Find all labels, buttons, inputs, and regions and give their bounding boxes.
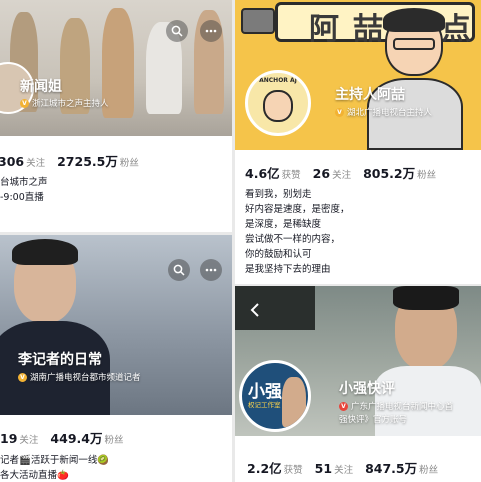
more-button[interactable] <box>200 20 222 42</box>
cert-line: 强快评》官方账号 <box>339 415 408 425</box>
stats-row: 19 关注 449.4万 粉丝 <box>0 428 135 447</box>
stat-label: 粉丝 <box>119 158 139 169</box>
character-glasses <box>393 38 435 50</box>
avatar-subtext: 权记工作室 <box>248 401 281 409</box>
profile-name: 新闻姐 <box>20 79 62 95</box>
banner-person-hair <box>12 239 78 265</box>
profile-banner: 小强 权记工作室 小强快评 V 广东广播电视台新闻中心首 强快评》官方账号 <box>235 286 481 436</box>
bio: 台城市之声 -9:00直播 <box>0 175 48 205</box>
certification: V 广东广播电视台新闻中心首 强快评》官方账号 <box>339 400 453 425</box>
profile-name: 小强快评 <box>339 381 395 397</box>
certification: V 浙江城市之声主持人 <box>20 97 109 109</box>
stat-label: 粉丝 <box>417 170 437 181</box>
stat-label: 粉丝 <box>419 465 439 476</box>
stat-label: 关注 <box>334 465 354 476</box>
verified-badge-icon: V <box>18 372 27 382</box>
more-icon <box>205 29 217 33</box>
stat-value: 51 <box>314 461 333 476</box>
verified-badge-icon: V <box>339 401 348 411</box>
bio-line: 好内容是速度，是密度， <box>245 204 350 215</box>
bio-line: 台城市之声 <box>0 177 48 188</box>
profile-card-xinwenjie[interactable]: 新闻姐 V 浙江城市之声主持人 306 关注 2725.5万 粉丝 台城市之声 -9… <box>0 0 232 232</box>
banner-person-hair <box>393 286 459 310</box>
bio-line: 是我坚持下去的理由 <box>245 264 331 275</box>
stat-value: 306 <box>0 154 25 169</box>
bio-line: 是深度，是稀缺度 <box>245 219 322 230</box>
stat-value: 2725.5万 <box>57 154 118 169</box>
profile-banner: 阿喆视点 ANCHOR AJ 主持人阿喆 V 湖北广播电视台主持人 <box>235 0 481 150</box>
profile-name: 主持人阿喆 <box>335 87 405 103</box>
profile-card-lijizhe[interactable]: 李记者的日常 V 湖南广播电视台都市频道记者 19 关注 449.4万 粉丝 记者🎬… <box>0 235 232 482</box>
verified-badge-icon: V <box>335 107 344 117</box>
search-icon <box>171 25 183 37</box>
banner-bg-block <box>235 286 315 330</box>
bio-line: 看到我，别划走 <box>245 189 312 200</box>
more-button[interactable] <box>200 259 222 281</box>
stat-value: 2.2亿 <box>247 461 282 476</box>
stat-label: 获赞 <box>281 170 301 181</box>
stat-label: 粉丝 <box>104 435 124 446</box>
search-button[interactable] <box>166 20 188 42</box>
chevron-left-icon <box>250 303 259 317</box>
avatar-ring-text: ANCHOR AJ <box>259 77 297 84</box>
camera-illustration <box>241 8 275 34</box>
stat-label: 关注 <box>332 170 352 181</box>
profile-banner: 新闻姐 V 浙江城市之声主持人 <box>0 0 232 136</box>
search-button[interactable] <box>168 259 190 281</box>
bio-line: -9:00直播 <box>0 192 44 203</box>
profile-banner: 李记者的日常 V 湖南广播电视台都市频道记者 <box>0 235 232 415</box>
stat-value: 449.4万 <box>50 431 103 446</box>
profile-card-azhe[interactable]: 阿喆视点 ANCHOR AJ 主持人阿喆 V 湖北广播电视台主持人 4.6亿获赞… <box>235 0 481 284</box>
avatar[interactable]: ANCHOR AJ <box>245 70 311 136</box>
stat-value: 805.2万 <box>363 166 416 181</box>
back-button[interactable] <box>249 302 265 318</box>
bio-line: 尝试做不一样的内容， <box>245 234 341 245</box>
stat-value: 19 <box>0 431 18 446</box>
avatar-face-icon <box>263 90 293 122</box>
verified-badge-icon: V <box>20 98 29 108</box>
stat-value: 4.6亿 <box>245 166 280 181</box>
search-icon <box>173 264 185 276</box>
profile-card-xiaoqiang[interactable]: 小强 权记工作室 小强快评 V 广东广播电视台新闻中心首 强快评》官方账号 2.… <box>235 286 481 482</box>
stats-row: 2.2亿 获赞 51 关注 847.5万 粉丝 <box>247 458 450 477</box>
stat-label: 关注 <box>26 158 46 169</box>
character-hair <box>383 8 445 32</box>
cert-line: V 广东广播电视台新闻中心首 <box>339 400 453 412</box>
bio-line: 记者🎬活跃于新闻一线🥝 <box>0 455 110 466</box>
certification: V 湖南广播电视台都市频道记者 <box>18 371 141 383</box>
bio: 看到我，别划走 好内容是速度，是密度， 是深度，是稀缺度 尝试做不一样的内容， … <box>245 187 350 277</box>
stats-row: 306 关注 2725.5万 粉丝 <box>0 151 151 170</box>
stats-row: 4.6亿 获赞 26 关注 805.2万 粉丝 <box>245 163 448 182</box>
stat-value: 847.5万 <box>365 461 418 476</box>
stat-value: 26 <box>312 166 331 181</box>
certification: V 湖北广播电视台主持人 <box>335 106 432 118</box>
stat-label: 关注 <box>19 435 39 446</box>
bio-line: 各大活动直播🍅 <box>0 470 69 481</box>
profile-name: 李记者的日常 <box>18 352 102 368</box>
bio-line: 你的鼓励和认可 <box>245 249 312 260</box>
avatar[interactable]: 小强 权记工作室 <box>239 360 311 432</box>
avatar-person <box>282 377 306 427</box>
more-icon <box>205 268 217 272</box>
stat-label: 获赞 <box>283 465 303 476</box>
bio: 记者🎬活跃于新闻一线🥝 各大活动直播🍅 <box>0 453 109 482</box>
